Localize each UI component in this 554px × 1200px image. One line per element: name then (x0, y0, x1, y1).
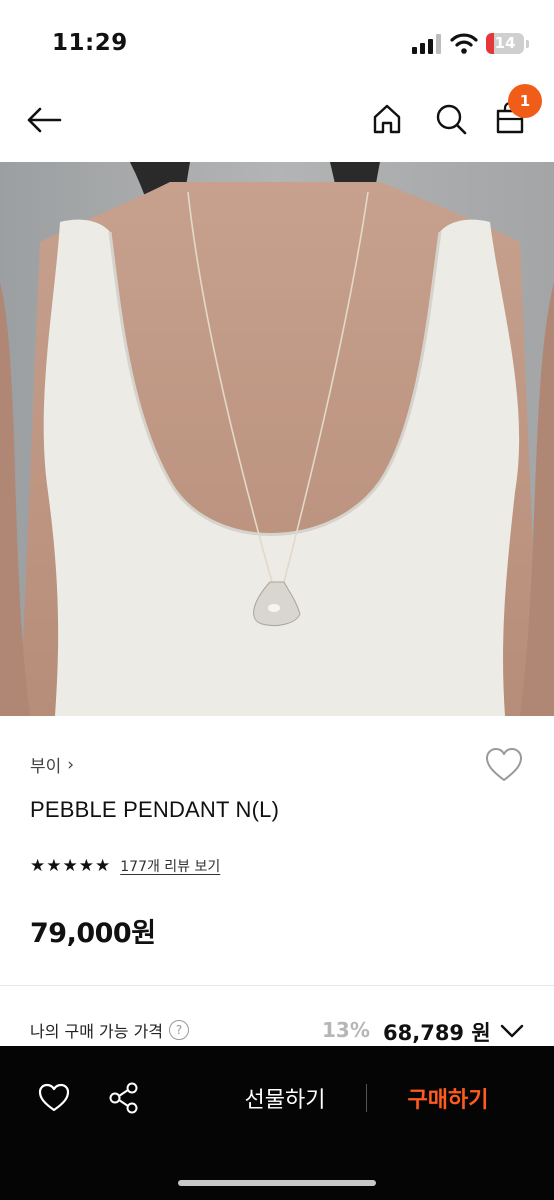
bar-divider (366, 1084, 367, 1112)
wishlist-button[interactable] (484, 746, 524, 786)
my-price-label: 나의 구매 가능 가격 ? (30, 1018, 190, 1042)
star-icon: ★ (62, 855, 78, 876)
status-bar: 11:29 14 (0, 0, 554, 80)
search-icon (436, 104, 467, 135)
signal-icon (412, 34, 441, 54)
bottom-action-bar: 선물하기 구매하기 (0, 1046, 554, 1200)
home-indicator[interactable] (178, 1180, 376, 1186)
arrow-left-icon (27, 107, 62, 133)
heart-icon (486, 748, 522, 781)
star-icon: ★ (78, 855, 94, 876)
product-price: 79,000원 (30, 918, 156, 949)
home-button[interactable] (366, 98, 408, 140)
search-button[interactable] (430, 98, 472, 140)
product-title: PEBBLE PENDANT N(L) (30, 797, 280, 822)
home-icon (373, 104, 401, 134)
battery-icon: 14 (486, 33, 524, 54)
brand-link[interactable]: 부이 › (30, 752, 75, 778)
help-icon[interactable]: ? (169, 1020, 190, 1040)
discount-rate: 13% (322, 1018, 370, 1042)
star-icon: ★ (46, 855, 62, 876)
buy-button[interactable]: 구매하기 (388, 1082, 508, 1114)
wifi-icon (450, 33, 478, 54)
back-button[interactable] (22, 100, 66, 140)
bottom-wishlist-button[interactable] (34, 1078, 74, 1118)
star-rating: ★ ★ ★ ★ ★ (30, 855, 111, 876)
product-photo (0, 162, 554, 716)
gift-button[interactable]: 선물하기 (226, 1082, 344, 1114)
section-divider (0, 985, 554, 986)
star-icon: ★ (30, 855, 46, 876)
expand-price-button[interactable] (498, 1018, 526, 1044)
chevron-right-icon: › (67, 754, 75, 775)
product-image[interactable] (0, 162, 554, 716)
my-price-value: 68,789 원 (383, 1021, 491, 1045)
heart-icon (38, 1083, 70, 1112)
review-link[interactable]: 177개 리뷰 보기 (120, 856, 220, 876)
star-icon: ★ (95, 855, 111, 876)
top-nav-bar (0, 80, 554, 162)
battery-level: 14 (494, 34, 516, 52)
share-icon (109, 1082, 138, 1114)
status-time: 11:29 (52, 30, 128, 56)
rating-row: ★ ★ ★ ★ ★ 177개 리뷰 보기 (30, 856, 220, 876)
cart-count-badge: 1 (508, 84, 542, 118)
brand-name: 부이 (30, 757, 62, 777)
share-button[interactable] (104, 1078, 144, 1118)
my-price-label-text: 나의 구매 가능 가격 (30, 1022, 164, 1041)
battery-nub (526, 40, 529, 48)
chevron-down-icon (500, 1024, 524, 1038)
